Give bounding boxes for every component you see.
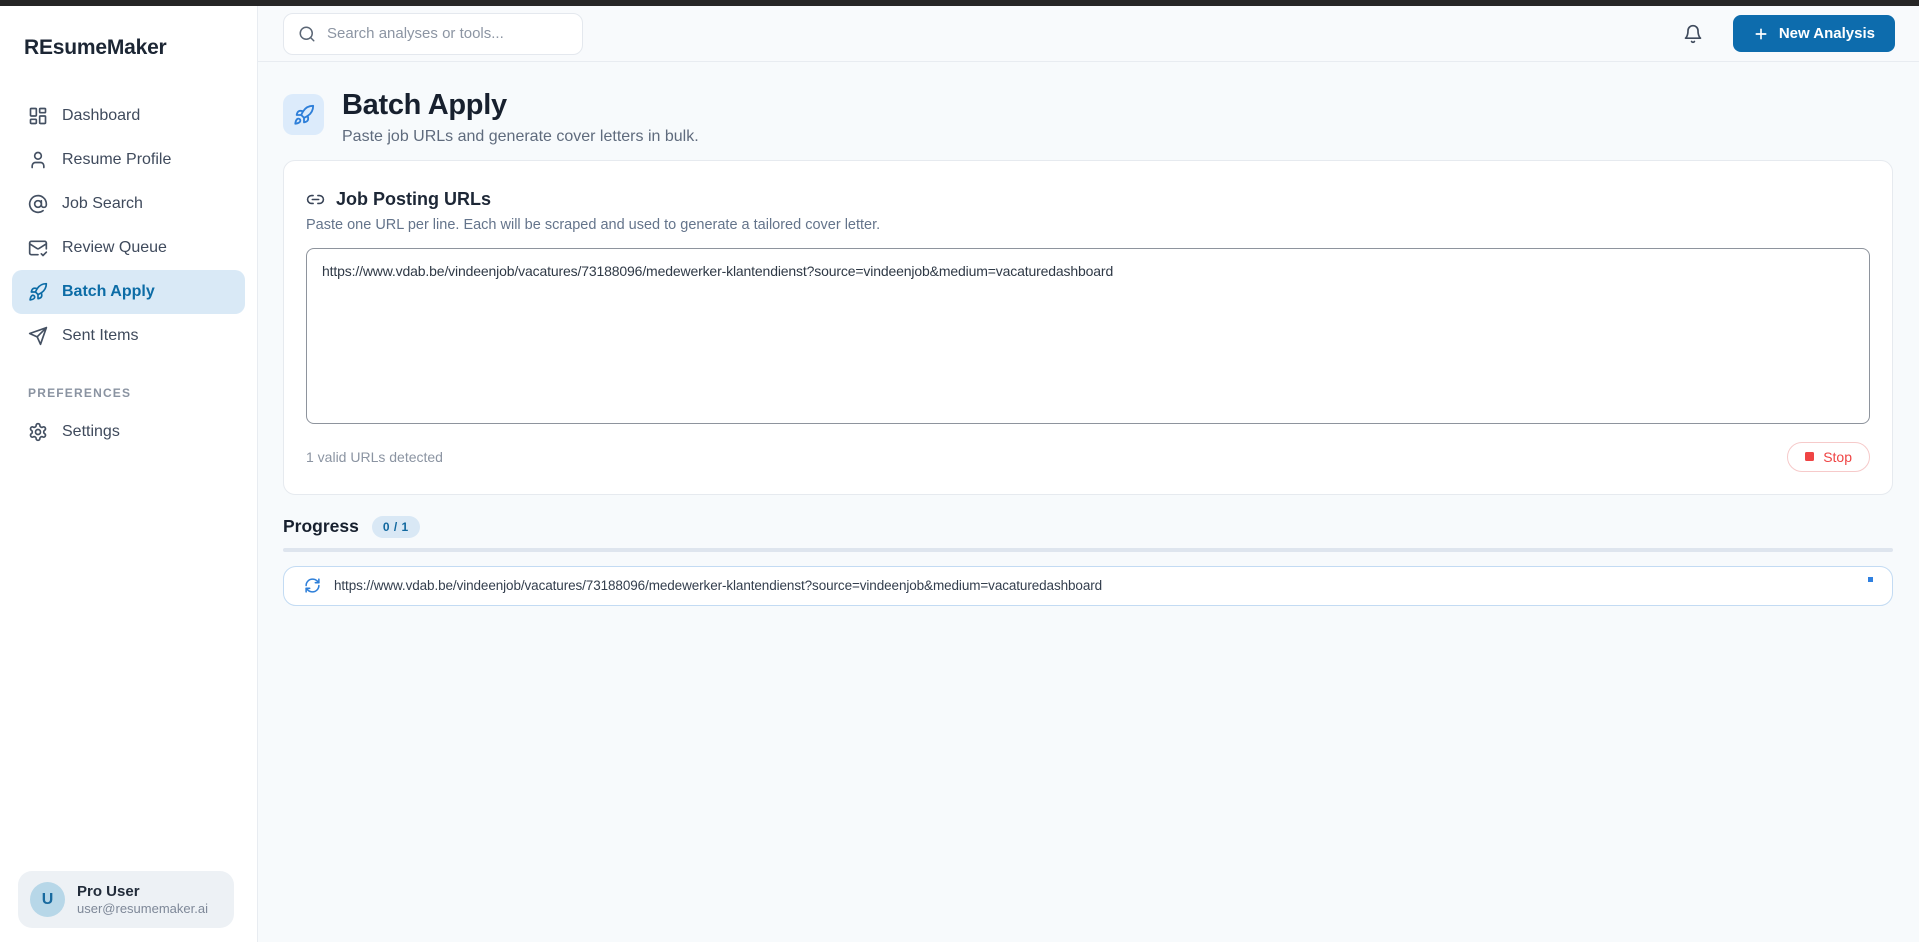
job-urls-textarea[interactable]: https://www.vdab.be/vindeenjob/vacatures… bbox=[306, 247, 1870, 424]
gear-icon bbox=[28, 422, 48, 442]
rocket-icon bbox=[293, 104, 315, 126]
stop-square-icon bbox=[1805, 452, 1815, 462]
sidebar-item-review-queue[interactable]: Review Queue bbox=[12, 226, 245, 270]
user-email: user@resumemaker.ai bbox=[77, 901, 208, 917]
app-root: REsumeMaker Dashboard Resume Profile Job… bbox=[0, 6, 1919, 942]
sidebar-item-resume-profile[interactable]: Resume Profile bbox=[12, 138, 245, 182]
person-icon bbox=[28, 150, 48, 170]
sidebar-item-settings[interactable]: Settings bbox=[12, 410, 245, 454]
sidebar: REsumeMaker Dashboard Resume Profile Job… bbox=[0, 6, 258, 942]
page-header: Batch Apply Paste job URLs and generate … bbox=[283, 89, 1893, 146]
notifications-button[interactable] bbox=[1683, 24, 1703, 44]
search-box[interactable] bbox=[283, 12, 583, 55]
search-input[interactable] bbox=[327, 25, 557, 42]
dashboard-grid-icon bbox=[28, 106, 48, 126]
page-title: Batch Apply bbox=[342, 89, 507, 121]
sidebar-item-label: Sent Items bbox=[62, 327, 139, 344]
sidebar-item-batch-apply[interactable]: Batch Apply bbox=[12, 270, 245, 314]
job-posting-urls-card: Job Posting URLs Paste one URL per line.… bbox=[283, 159, 1893, 495]
rocket-icon bbox=[28, 282, 48, 302]
main-column: New Analysis Batch Apply Paste job URLs … bbox=[258, 6, 1919, 942]
search-icon bbox=[298, 25, 316, 43]
user-name: Pro User bbox=[77, 882, 140, 900]
status-dot-icon bbox=[1868, 576, 1873, 582]
link-icon bbox=[306, 190, 325, 209]
avatar: U bbox=[30, 882, 65, 917]
card-subtitle: Paste one URL per line. Each will be scr… bbox=[306, 216, 881, 233]
valid-urls-count: 1 valid URLs detected bbox=[306, 448, 443, 465]
at-sign-icon bbox=[28, 194, 48, 214]
sidebar-nav: Dashboard Resume Profile Job Search Revi… bbox=[12, 94, 245, 358]
topbar: New Analysis bbox=[258, 6, 1919, 62]
stop-button[interactable]: Stop bbox=[1787, 441, 1870, 472]
sidebar-item-sent-items[interactable]: Sent Items bbox=[12, 314, 245, 358]
mail-check-icon bbox=[28, 238, 48, 258]
progress-row-url: https://www.vdab.be/vindeenjob/vacatures… bbox=[334, 578, 1103, 594]
card-title: Job Posting URLs bbox=[336, 188, 492, 209]
page-rocket-icon-badge bbox=[283, 94, 324, 135]
progress-url-row[interactable]: https://www.vdab.be/vindeenjob/vacatures… bbox=[283, 565, 1893, 606]
user-profile-card[interactable]: U Pro User user@resumemaker.ai bbox=[18, 871, 234, 928]
sidebar-item-label: Dashboard bbox=[62, 107, 141, 124]
sidebar-item-label: Job Search bbox=[62, 195, 143, 212]
sidebar-item-label: Batch Apply bbox=[62, 283, 155, 300]
sidebar-item-job-search[interactable]: Job Search bbox=[12, 182, 245, 226]
progress-count-badge: 0 / 1 bbox=[371, 515, 420, 538]
progress-bar bbox=[283, 547, 1893, 552]
progress-section: Progress 0 / 1 https://www.vdab.be/vinde… bbox=[283, 515, 1893, 606]
refresh-spinner-icon bbox=[304, 577, 321, 594]
app-logo: REsumeMaker bbox=[24, 36, 167, 59]
progress-title: Progress bbox=[283, 516, 359, 537]
sidebar-item-label: Resume Profile bbox=[62, 151, 172, 168]
new-analysis-button[interactable]: New Analysis bbox=[1732, 15, 1895, 52]
plus-icon bbox=[1753, 26, 1769, 42]
sidebar-item-label: Settings bbox=[62, 423, 120, 440]
stop-label: Stop bbox=[1823, 448, 1852, 465]
page-content: Batch Apply Paste job URLs and generate … bbox=[258, 62, 1919, 942]
page-subtitle: Paste job URLs and generate cover letter… bbox=[342, 127, 699, 145]
new-analysis-label: New Analysis bbox=[1778, 25, 1875, 42]
send-icon bbox=[28, 326, 48, 346]
sidebar-item-dashboard[interactable]: Dashboard bbox=[12, 94, 245, 138]
sidebar-item-label: Review Queue bbox=[62, 239, 167, 256]
bell-icon bbox=[1683, 24, 1703, 44]
preferences-section-header: PREFERENCES bbox=[28, 386, 132, 400]
